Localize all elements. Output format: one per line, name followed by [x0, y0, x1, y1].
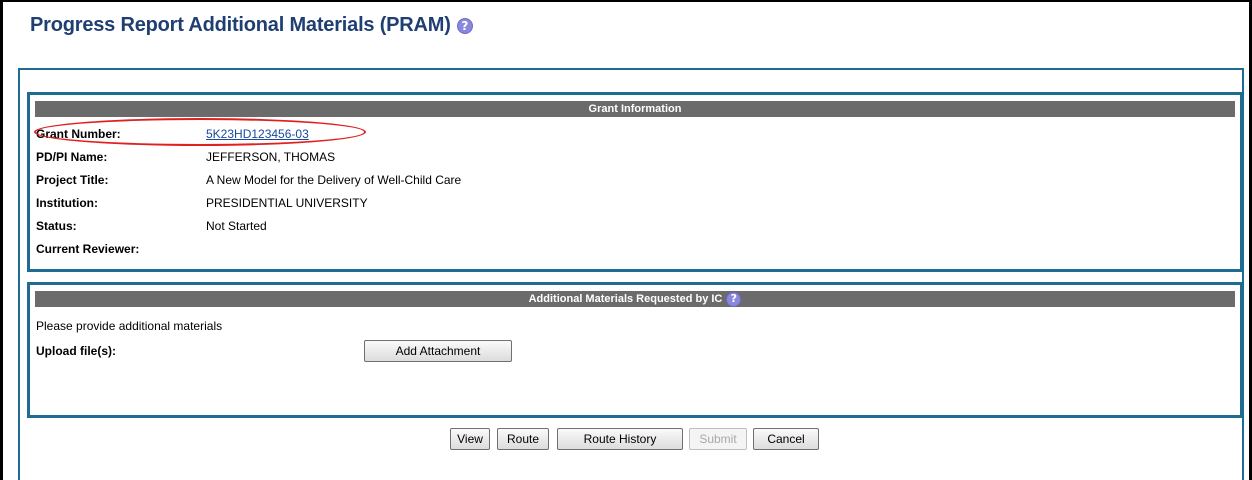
window-frame-top [0, 0, 1252, 2]
institution-label: Institution: [36, 196, 98, 210]
page-title-text: Progress Report Additional Materials (PR… [30, 14, 451, 36]
instructions-text: Please provide additional materials [36, 319, 223, 333]
grant-number-link[interactable]: 5K23HD123456-03 [206, 126, 309, 142]
additional-materials-section: Additional Materials Requested by IC ? P… [27, 282, 1243, 418]
page-title: Progress Report Additional Materials (PR… [30, 14, 473, 37]
upload-files-label: Upload file(s): [36, 344, 116, 358]
route-button[interactable]: Route [497, 428, 549, 450]
add-attachment-button[interactable]: Add Attachment [364, 340, 512, 362]
grant-information-section: Grant Information Grant Number: 5K23HD12… [27, 92, 1243, 272]
cancel-button[interactable]: Cancel [753, 428, 819, 450]
project-title-label: Project Title: [36, 173, 109, 187]
status-label: Status: [36, 219, 77, 233]
grant-number-label: Grant Number: [36, 127, 121, 141]
window-frame-left [0, 0, 3, 480]
additional-materials-header: Additional Materials Requested by IC ? [35, 291, 1235, 307]
status-value: Not Started [206, 219, 267, 233]
grant-information-header-text: Grant Information [588, 103, 682, 115]
route-history-button[interactable]: Route History [557, 428, 683, 450]
institution-value: PRESIDENTIAL UNIVERSITY [206, 196, 368, 210]
help-icon[interactable]: ? [456, 17, 473, 34]
additional-materials-header-text: Additional Materials Requested by IC [528, 293, 723, 305]
current-reviewer-label: Current Reviewer: [36, 242, 140, 256]
grant-information-header: Grant Information [35, 101, 1235, 117]
help-icon[interactable]: ? [726, 291, 742, 307]
view-button[interactable]: View [450, 428, 490, 450]
pdpi-name-label: PD/PI Name: [36, 150, 108, 164]
pdpi-name-value: JEFFERSON, THOMAS [206, 150, 336, 164]
project-title-value: A New Model for the Delivery of Well-Chi… [206, 173, 462, 187]
submit-button: Submit [689, 428, 747, 450]
